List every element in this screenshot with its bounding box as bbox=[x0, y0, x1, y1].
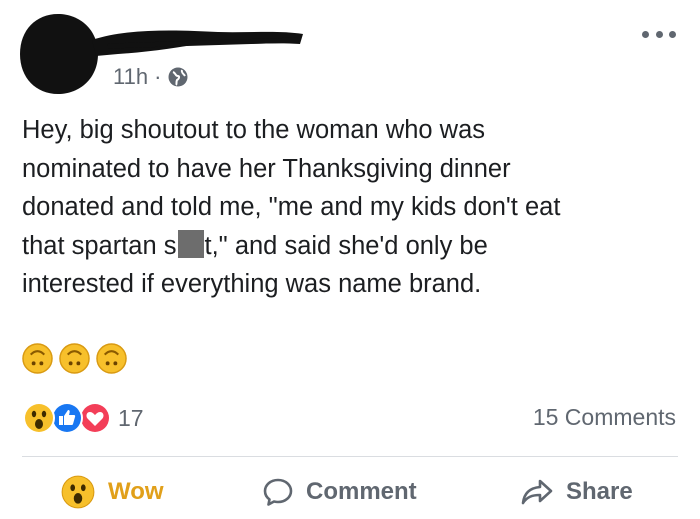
meta-separator: · bbox=[154, 64, 162, 89]
upside-down-face-icon bbox=[59, 343, 90, 374]
post-text-line: interested if everything was name brand. bbox=[22, 270, 482, 298]
upside-down-face-icon bbox=[96, 343, 127, 374]
globe-icon bbox=[168, 67, 188, 87]
comment-icon bbox=[263, 478, 293, 506]
comments-count-link[interactable]: 15 Comments bbox=[533, 404, 676, 431]
post-text-line: nominated to have her Thanksgiving dinne… bbox=[22, 154, 511, 183]
post-text-line: donated and told me, "me and my kids don… bbox=[22, 193, 561, 221]
share-button[interactable]: Share bbox=[520, 466, 633, 518]
post-text-fragment: t," and said she'd only be bbox=[204, 231, 488, 260]
post-card: 11h · Hey, big shoutout to the woman who… bbox=[0, 0, 700, 519]
share-icon bbox=[521, 479, 553, 505]
comment-button[interactable]: Comment bbox=[262, 466, 417, 518]
post-timestamp[interactable]: 11h bbox=[113, 64, 148, 90]
post-text-line: Hey, big shoutout to the woman who was bbox=[22, 116, 486, 144]
post-text-line: that spartan s t," and said she'd only be bbox=[22, 227, 682, 266]
upside-down-face-icon bbox=[22, 343, 53, 374]
post-meta: 11h · bbox=[113, 64, 189, 90]
censor-block bbox=[177, 229, 204, 258]
share-label: Share bbox=[566, 478, 633, 505]
redacted-name[interactable] bbox=[88, 22, 308, 62]
post-text: Hey, big shoutout to the woman who was n… bbox=[22, 111, 682, 304]
divider bbox=[22, 456, 678, 457]
comment-label: Comment bbox=[306, 478, 417, 505]
post-text-fragment: that spartan s bbox=[22, 231, 177, 260]
reaction-count: 17 bbox=[118, 404, 144, 431]
wow-icon bbox=[61, 475, 95, 509]
wow-icon bbox=[23, 402, 55, 434]
wow-label: Wow bbox=[108, 478, 164, 505]
more-options-icon[interactable] bbox=[642, 27, 676, 41]
reaction-summary[interactable]: 17 bbox=[22, 401, 144, 435]
action-bar: Wow Comment Share bbox=[0, 466, 700, 518]
emoji-row bbox=[22, 343, 127, 374]
wow-reaction-button[interactable]: Wow bbox=[60, 466, 164, 518]
